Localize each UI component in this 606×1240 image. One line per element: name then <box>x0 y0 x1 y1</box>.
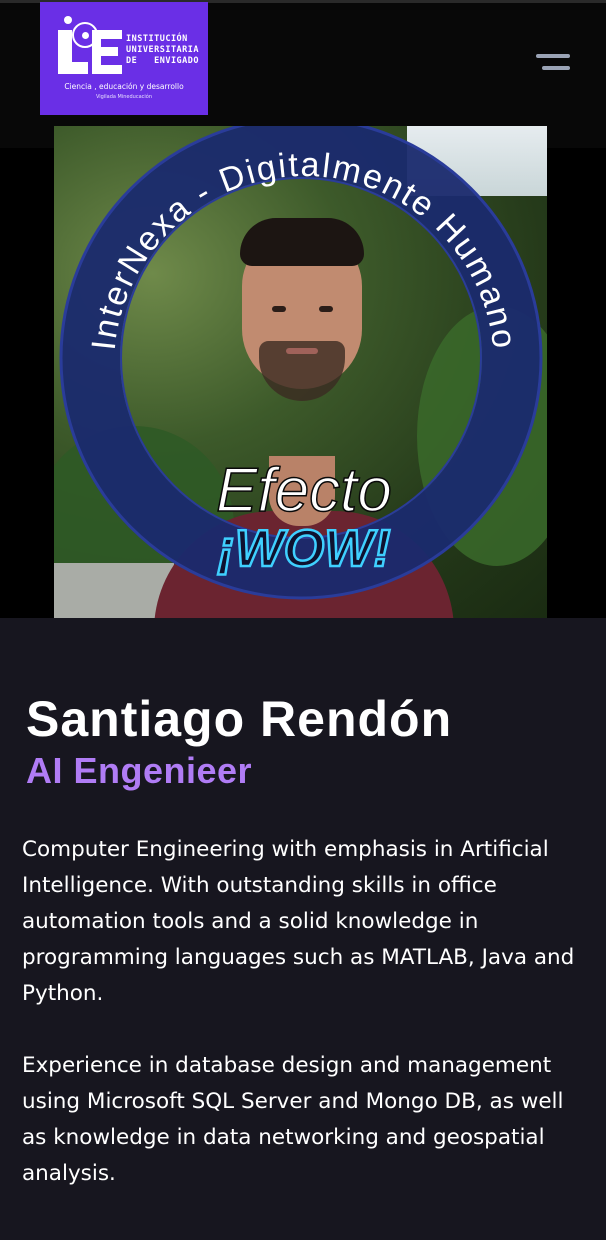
logo-subtext: Vigilada Mineducación <box>95 94 152 100</box>
frame-ring: InterNexa - Digitalmente Humano Efecto ¡… <box>59 126 543 600</box>
logo-tagline: Ciencia , educación y desarrollo <box>64 82 184 91</box>
logo-name: INSTITUCIÓN UNIVERSITARIA DE ENVIGADO <box>126 34 200 66</box>
bio-paragraph: Computer Engineering with emphasis in Ar… <box>22 837 575 1006</box>
profile-photo: InterNexa - Digitalmente Humano Efecto ¡… <box>54 126 547 618</box>
profile-section: Santiago Rendón AI Engenieer Computer En… <box>0 618 606 1240</box>
badge-line-1: Efecto <box>216 456 392 525</box>
profile-name: Santiago Rendón <box>26 691 453 747</box>
profile-role: AI Engenieer <box>26 750 253 791</box>
bio-paragraph: Experience in database design and manage… <box>22 1053 564 1186</box>
logo-mark <box>58 16 128 74</box>
badge-line-2: ¡WOW! <box>217 520 390 578</box>
institution-logo[interactable]: INSTITUCIÓN UNIVERSITARIA DE ENVIGADO Ci… <box>40 2 208 115</box>
hamburger-menu-icon[interactable] <box>532 48 576 80</box>
